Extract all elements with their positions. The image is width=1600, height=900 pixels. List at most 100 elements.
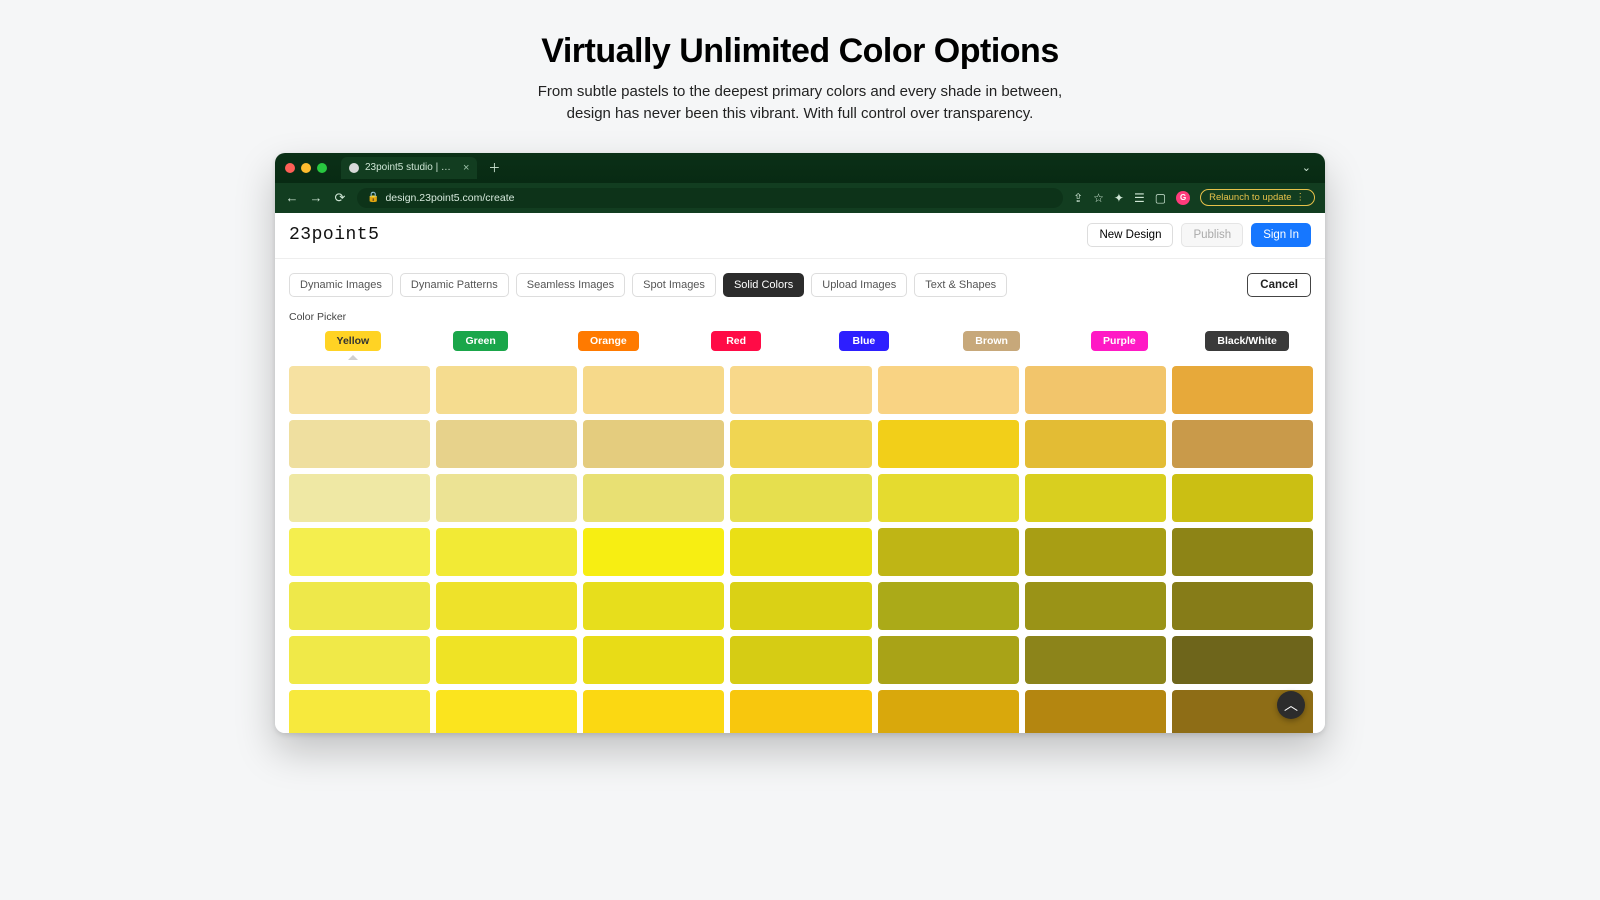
color-swatch[interactable] [436, 366, 577, 414]
extensions-icon[interactable]: ✦ [1114, 191, 1124, 205]
share-icon[interactable]: ⇪ [1073, 191, 1083, 205]
color-swatch[interactable] [730, 528, 871, 576]
category-tab-spot-images[interactable]: Spot Images [632, 273, 716, 297]
color-family-cell: Orange [545, 331, 673, 360]
color-swatch[interactable] [878, 690, 1019, 733]
color-family-green[interactable]: Green [453, 331, 507, 351]
address-bar[interactable]: 🔒 design.23point5.com/create [357, 188, 1063, 208]
color-family-purple[interactable]: Purple [1091, 331, 1148, 351]
tab-overflow-icon[interactable]: ⌄ [1298, 161, 1315, 174]
color-swatch[interactable] [436, 528, 577, 576]
profile-avatar[interactable]: G [1176, 191, 1190, 205]
scroll-to-top-button[interactable]: ︿ [1277, 691, 1305, 719]
category-tab-seamless-images[interactable]: Seamless Images [516, 273, 625, 297]
color-swatch[interactable] [289, 528, 430, 576]
color-swatch[interactable] [1172, 528, 1313, 576]
browser-tab-strip: 23point5 studio | Your Fashion... × ＋ ⌄ [275, 153, 1325, 183]
color-swatch[interactable] [436, 582, 577, 630]
color-swatch[interactable] [730, 690, 871, 733]
color-swatch[interactable] [878, 636, 1019, 684]
color-swatch[interactable] [1025, 582, 1166, 630]
color-family-brown[interactable]: Brown [963, 331, 1020, 351]
category-tab-upload-images[interactable]: Upload Images [811, 273, 907, 297]
color-swatch[interactable] [583, 528, 724, 576]
color-family-red[interactable]: Red [711, 331, 761, 351]
color-swatch[interactable] [1025, 474, 1166, 522]
color-swatch[interactable] [436, 636, 577, 684]
relaunch-button[interactable]: Relaunch to update⋮ [1200, 189, 1315, 206]
color-swatch[interactable] [583, 420, 724, 468]
color-swatch[interactable] [1025, 366, 1166, 414]
color-swatch[interactable] [730, 636, 871, 684]
tab-close-icon[interactable]: × [463, 162, 469, 174]
color-swatch[interactable] [436, 420, 577, 468]
new-design-button[interactable]: New Design [1087, 223, 1173, 247]
color-family-cell: Blue [800, 331, 928, 360]
color-swatch[interactable] [1025, 420, 1166, 468]
color-family-cell: Green [417, 331, 545, 360]
window-controls [285, 163, 327, 173]
app-logo[interactable]: 23point5 [289, 225, 379, 245]
category-tab-text-shapes[interactable]: Text & Shapes [914, 273, 1007, 297]
color-family-orange[interactable]: Orange [578, 331, 639, 351]
color-swatch[interactable] [436, 690, 577, 733]
window-maximize-icon[interactable] [317, 163, 327, 173]
reading-list-icon[interactable]: ☰ [1134, 191, 1145, 205]
hero-subtitle: From subtle pastels to the deepest prima… [0, 81, 1600, 125]
color-swatch[interactable] [730, 582, 871, 630]
color-swatch[interactable] [878, 420, 1019, 468]
color-swatch[interactable] [583, 366, 724, 414]
color-swatch[interactable] [1025, 690, 1166, 733]
category-tab-dynamic-patterns[interactable]: Dynamic Patterns [400, 273, 509, 297]
bookmark-icon[interactable]: ☆ [1093, 191, 1104, 205]
color-swatch[interactable] [730, 366, 871, 414]
color-swatch[interactable] [878, 582, 1019, 630]
category-tab-dynamic-images[interactable]: Dynamic Images [289, 273, 393, 297]
color-swatch[interactable] [289, 636, 430, 684]
window-close-icon[interactable] [285, 163, 295, 173]
color-swatch[interactable] [289, 582, 430, 630]
color-swatch[interactable] [289, 366, 430, 414]
address-url: design.23point5.com/create [385, 192, 514, 204]
color-swatch[interactable] [583, 582, 724, 630]
sign-in-button[interactable]: Sign In [1251, 223, 1311, 247]
browser-toolbar: ← → ⟳ 🔒 design.23point5.com/create ⇪ ☆ ✦… [275, 183, 1325, 213]
color-picker-label: Color Picker [275, 297, 1325, 331]
color-swatch[interactable] [1172, 582, 1313, 630]
panel-icon[interactable]: ▢ [1155, 191, 1166, 205]
app-header: 23point5 New Design Publish Sign In [275, 213, 1325, 259]
category-tab-solid-colors[interactable]: Solid Colors [723, 273, 804, 297]
new-tab-button[interactable]: ＋ [485, 159, 503, 177]
publish-button[interactable]: Publish [1181, 223, 1243, 247]
window-minimize-icon[interactable] [301, 163, 311, 173]
color-family-yellow[interactable]: Yellow [325, 331, 382, 351]
color-swatch[interactable] [1172, 474, 1313, 522]
color-swatch[interactable] [289, 474, 430, 522]
color-swatch[interactable] [436, 474, 577, 522]
color-swatch[interactable] [583, 474, 724, 522]
color-swatch[interactable] [730, 474, 871, 522]
color-swatch[interactable] [730, 420, 871, 468]
color-family-black-white[interactable]: Black/White [1205, 331, 1289, 351]
color-swatch[interactable] [878, 528, 1019, 576]
browser-tab[interactable]: 23point5 studio | Your Fashion... × [341, 157, 477, 179]
cancel-button[interactable]: Cancel [1247, 273, 1311, 297]
color-swatch[interactable] [878, 366, 1019, 414]
nav-back-icon[interactable]: ← [285, 190, 299, 206]
color-family-blue[interactable]: Blue [839, 331, 889, 351]
color-family-cell: Black/White [1183, 331, 1311, 360]
color-swatch[interactable] [289, 420, 430, 468]
color-swatch[interactable] [1172, 366, 1313, 414]
nav-forward-icon[interactable]: → [309, 190, 323, 206]
color-swatch[interactable] [583, 636, 724, 684]
color-swatch[interactable] [878, 474, 1019, 522]
color-swatch[interactable] [289, 690, 430, 733]
color-swatch[interactable] [1172, 636, 1313, 684]
swatch-scroll-area[interactable] [289, 366, 1317, 733]
color-swatch[interactable] [1025, 528, 1166, 576]
nav-reload-icon[interactable]: ⟳ [333, 190, 347, 206]
color-swatch[interactable] [583, 690, 724, 733]
color-family-cell: Yellow [289, 331, 417, 360]
color-swatch[interactable] [1172, 420, 1313, 468]
color-swatch[interactable] [1025, 636, 1166, 684]
